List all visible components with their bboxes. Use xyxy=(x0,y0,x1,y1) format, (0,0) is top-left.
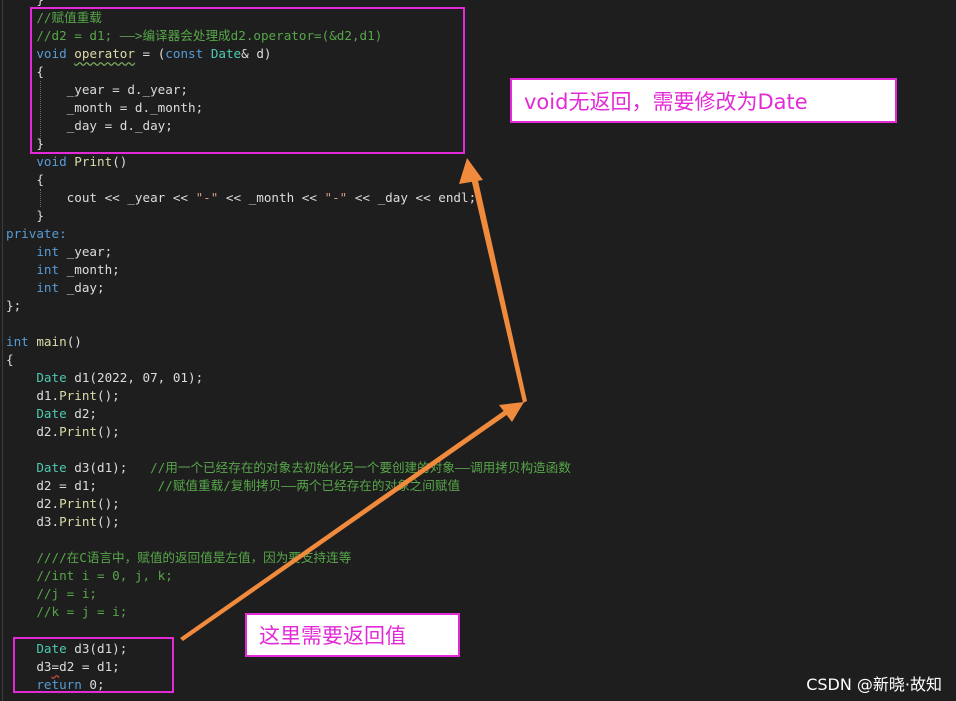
arrow-diag-shaft xyxy=(180,410,508,641)
callout-need-return-value: 这里需要返回值 xyxy=(245,613,460,657)
callout-void-return: void无返回，需要修改为Date xyxy=(510,78,897,123)
watermark: CSDN @新晓·故知 xyxy=(806,675,942,694)
arrow-up-head xyxy=(459,158,483,184)
arrow-up-shaft xyxy=(471,176,527,403)
